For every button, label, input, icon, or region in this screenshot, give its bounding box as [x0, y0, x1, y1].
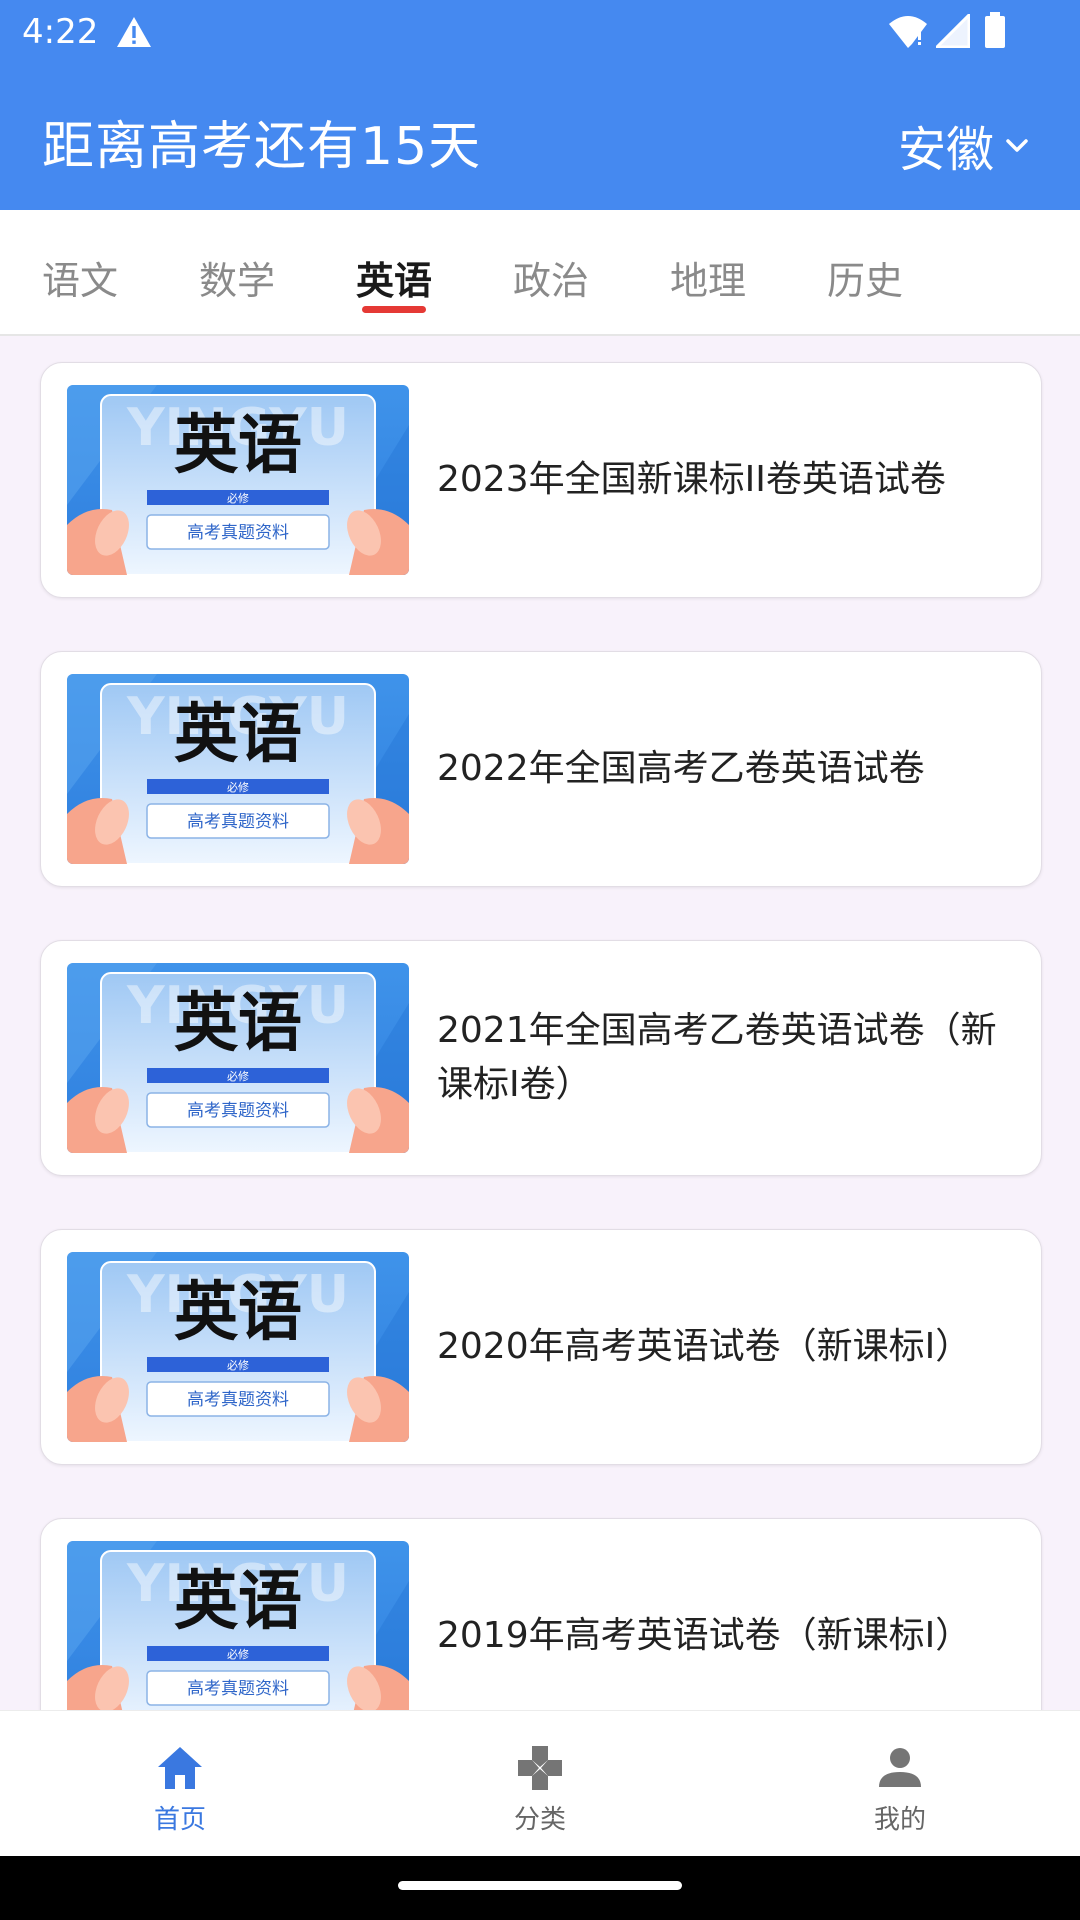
thumb-caption: 高考真题资料	[187, 812, 289, 832]
paper-title: 2022年全国高考乙卷英语试卷	[437, 748, 925, 789]
paper-list: YINGYU 英语 必修 高考真题资料 2023年全国新课标II卷英语试卷 YINGY…	[0, 336, 1080, 1710]
paper-thumbnail: YINGYU 英语 必修 高考真题资料	[67, 1252, 409, 1442]
tab-math[interactable]: 数学	[187, 250, 287, 305]
system-gesture-bar	[0, 1856, 1080, 1920]
nav-profile[interactable]: 我的	[720, 1711, 1080, 1857]
category-icon	[518, 1746, 562, 1790]
subject-tabs: 语文 数学 英语 政治 地理 历史	[0, 210, 1080, 336]
home-icon	[158, 1747, 202, 1789]
thumb-caption: 高考真题资料	[187, 523, 289, 543]
wifi-icon	[889, 16, 927, 48]
nav-home-label: 首页	[153, 1805, 206, 1835]
warning-icon	[117, 17, 151, 47]
status-time: 4:22	[22, 12, 99, 52]
thumb-tag: 必修	[227, 491, 249, 505]
thumb-tag: 必修	[227, 1069, 249, 1083]
paper-title: 2021年全国高考乙卷英语试卷（新课标I卷）	[437, 1010, 997, 1105]
thumb-caption: 高考真题资料	[187, 1679, 289, 1699]
tab-geography[interactable]: 地理	[658, 250, 758, 305]
list-item[interactable]: YINGYU 英语 必修 高考真题资料 2020年高考英语试卷（新课标I）	[40, 1229, 1042, 1465]
province-label: 安徽	[897, 122, 994, 178]
paper-thumbnail: YINGYU 英语 必修 高考真题资料	[67, 1541, 409, 1710]
list-item[interactable]: YINGYU 英语 必修 高考真题资料 2023年全国新课标II卷英语试卷	[40, 362, 1042, 598]
list-item[interactable]: YINGYU 英语 必修 高考真题资料 2022年全国高考乙卷英语试卷	[40, 651, 1042, 887]
exam-countdown: 距离高考还有15天	[42, 117, 482, 177]
app-header: 距离高考还有15天 安徽	[0, 64, 1080, 210]
thumb-subject: 英语	[174, 408, 302, 483]
paper-title: 2023年全国新课标II卷英语试卷	[437, 459, 946, 500]
gesture-handle[interactable]	[398, 1881, 682, 1890]
thumb-subject: 英语	[174, 697, 302, 772]
nav-category-label: 分类	[513, 1805, 566, 1835]
paper-thumbnail: YINGYU 英语 必修 高考真题资料	[67, 385, 409, 575]
tab-politics[interactable]: 政治	[501, 250, 601, 305]
thumb-caption: 高考真题资料	[187, 1101, 289, 1121]
bottom-navigation: 首页 分类 我的	[0, 1710, 1080, 1857]
battery-icon	[985, 12, 1005, 48]
tab-english[interactable]: 英语	[344, 250, 444, 305]
thumb-tag: 必修	[227, 780, 249, 794]
nav-profile-label: 我的	[873, 1805, 926, 1835]
list-item[interactable]: YINGYU 英语 必修 高考真题资料 2019年高考英语试卷（新课标I）	[40, 1518, 1042, 1710]
thumb-tag: 必修	[227, 1358, 249, 1372]
thumb-tag: 必修	[227, 1647, 249, 1661]
nav-category[interactable]: 分类	[360, 1711, 720, 1857]
list-item[interactable]: YINGYU 英语 必修 高考真题资料 2021年全国高考乙卷英语试卷（新课标I卷）	[40, 940, 1042, 1176]
thumb-subject: 英语	[174, 986, 302, 1061]
thumb-subject: 英语	[174, 1564, 302, 1639]
paper-title: 2020年高考英语试卷（新课标I）	[437, 1326, 972, 1367]
thumb-caption: 高考真题资料	[187, 1390, 289, 1410]
tab-chinese[interactable]: 语文	[30, 250, 130, 305]
paper-thumbnail: YINGYU 英语 必修 高考真题资料	[67, 963, 409, 1153]
paper-thumbnail: YINGYU 英语 必修 高考真题资料	[67, 674, 409, 864]
active-tab-indicator	[362, 306, 426, 313]
tab-history[interactable]: 历史	[815, 250, 915, 305]
province-selector[interactable]: 安徽	[898, 110, 1032, 180]
thumb-subject: 英语	[174, 1275, 302, 1350]
chevron-down-icon	[1006, 139, 1028, 152]
cell-signal-icon	[936, 14, 970, 48]
person-icon	[879, 1748, 921, 1787]
paper-title: 2019年高考英语试卷（新课标I）	[437, 1615, 972, 1656]
nav-home[interactable]: 首页	[0, 1711, 360, 1857]
status-bar: 4:22	[0, 0, 1080, 64]
